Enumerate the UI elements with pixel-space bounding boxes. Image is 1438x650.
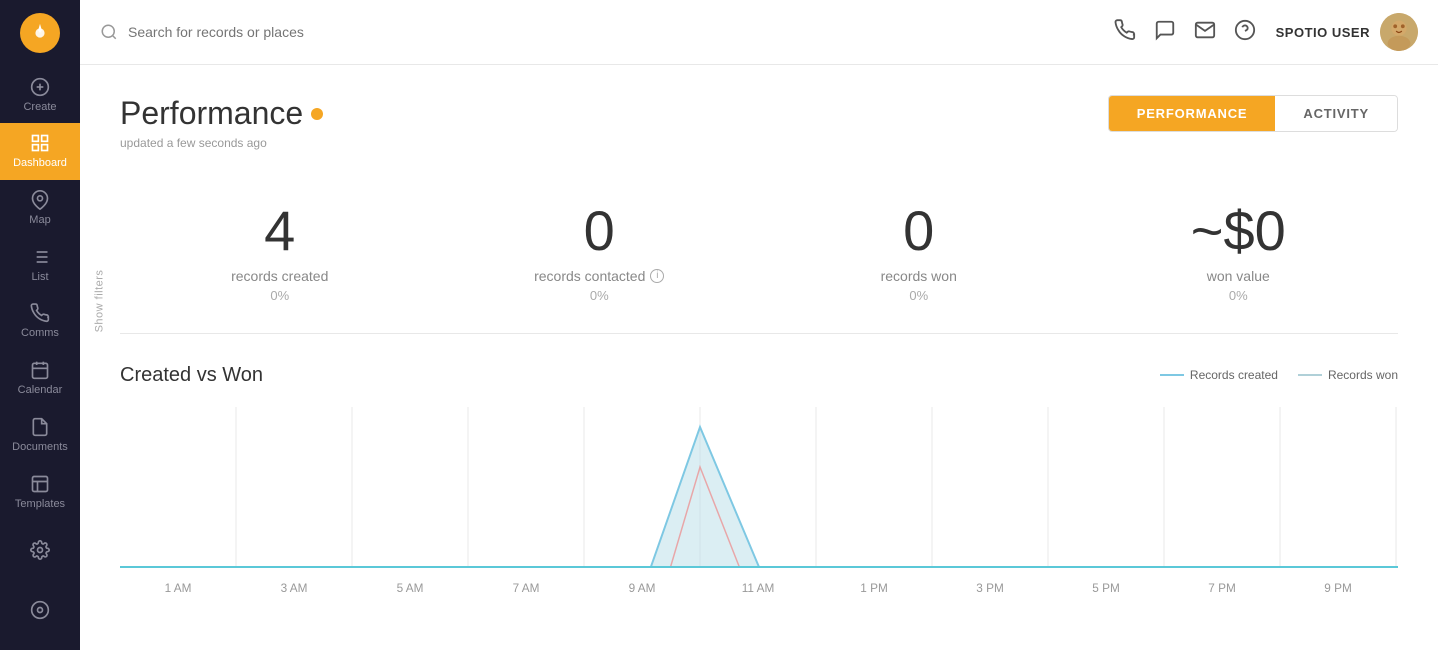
show-filters-label[interactable]: Show filters — [93, 270, 105, 333]
user-avatar[interactable] — [1380, 13, 1418, 51]
user-area: SPOTIO USER — [1276, 13, 1418, 51]
sidebar: Create Dashboard Map List Comms Calendar… — [0, 0, 80, 650]
mail-icon[interactable] — [1194, 19, 1216, 46]
sidebar-item-dashboard[interactable]: Dashboard — [0, 123, 80, 180]
sidebar-item-location[interactable] — [0, 580, 80, 640]
created-vs-won-chart: 1 AM 3 AM 5 AM 7 AM 9 AM 11 AM 1 PM 3 PM… — [120, 407, 1398, 607]
search-input[interactable] — [128, 24, 1104, 40]
stat-won-value-pct: 0% — [1079, 288, 1399, 303]
content-area: Show filters Performance updated a few s… — [80, 65, 1438, 650]
main-area: SPOTIO USER Show filters — [80, 0, 1438, 650]
stats-row: 4 records created 0% 0 records contacted… — [120, 180, 1398, 334]
legend-line-created — [1160, 374, 1184, 376]
help-icon[interactable] — [1234, 19, 1256, 46]
svg-text:5 PM: 5 PM — [1092, 581, 1119, 595]
legend-line-won — [1298, 374, 1322, 376]
updated-text: updated a few seconds ago — [120, 136, 323, 150]
topbar-icons — [1114, 19, 1256, 46]
chart-container: 1 AM 3 AM 5 AM 7 AM 9 AM 11 AM 1 PM 3 PM… — [120, 407, 1398, 607]
sidebar-item-templates[interactable]: Templates — [0, 463, 80, 520]
sidebar-logo[interactable] — [0, 0, 80, 66]
svg-text:3 AM: 3 AM — [281, 581, 308, 595]
stat-records-won: 0 records won 0% — [759, 200, 1079, 303]
svg-text:3 PM: 3 PM — [976, 581, 1003, 595]
title-dot-icon — [311, 108, 323, 120]
app-logo-icon — [20, 13, 60, 53]
phone-icon[interactable] — [1114, 19, 1136, 46]
svg-text:1 AM: 1 AM — [165, 581, 192, 595]
stat-won-value: ~$0 won value 0% — [1079, 200, 1399, 303]
sidebar-item-comms[interactable]: Comms — [0, 293, 80, 350]
stat-records-won-value: 0 — [759, 200, 1079, 262]
svg-text:1 PM: 1 PM — [860, 581, 887, 595]
stat-records-contacted-value: 0 — [440, 200, 760, 262]
stat-won-value-number: ~$0 — [1079, 200, 1399, 262]
stat-records-contacted-label: records contacted i — [440, 268, 760, 284]
stat-records-created-label: records created — [120, 268, 440, 284]
sidebar-item-map[interactable]: Map — [0, 180, 80, 237]
stat-records-created-pct: 0% — [120, 288, 440, 303]
svg-text:7 PM: 7 PM — [1208, 581, 1235, 595]
tab-group: PERFORMANCE ACTIVITY — [1108, 95, 1398, 132]
chart-header: Created vs Won Records created Records w… — [120, 364, 1398, 387]
sidebar-item-list[interactable]: List — [0, 236, 80, 293]
search-area — [100, 23, 1104, 41]
chart-section: Created vs Won Records created Records w… — [120, 364, 1398, 607]
chat-icon[interactable] — [1154, 19, 1176, 46]
page-title-area: Performance updated a few seconds ago — [120, 95, 323, 150]
chart-title: Created vs Won — [120, 364, 263, 387]
stat-records-contacted-pct: 0% — [440, 288, 760, 303]
svg-text:11 AM: 11 AM — [742, 581, 775, 595]
user-name-label: SPOTIO USER — [1276, 25, 1370, 40]
tab-performance[interactable]: PERFORMANCE — [1109, 96, 1276, 131]
sidebar-item-create[interactable]: Create — [0, 66, 80, 123]
chart-legend: Records created Records won — [1160, 368, 1398, 382]
topbar: SPOTIO USER — [80, 0, 1438, 65]
sidebar-item-documents[interactable]: Documents — [0, 407, 80, 464]
sidebar-item-settings[interactable] — [0, 520, 80, 580]
svg-text:9 PM: 9 PM — [1324, 581, 1351, 595]
sidebar-item-calendar[interactable]: Calendar — [0, 350, 80, 407]
search-icon — [100, 23, 118, 41]
legend-records-created: Records created — [1160, 368, 1278, 382]
svg-text:9 AM: 9 AM — [629, 581, 656, 595]
stat-records-created-value: 4 — [120, 200, 440, 262]
page-title: Performance — [120, 95, 323, 132]
records-contacted-info-icon[interactable]: i — [650, 269, 664, 283]
page-header: Performance updated a few seconds ago PE… — [120, 95, 1398, 150]
stat-records-created: 4 records created 0% — [120, 200, 440, 303]
stat-records-contacted: 0 records contacted i 0% — [440, 200, 760, 303]
svg-text:7 AM: 7 AM — [513, 581, 540, 595]
stat-records-won-pct: 0% — [759, 288, 1079, 303]
legend-records-won: Records won — [1298, 368, 1398, 382]
stat-won-value-label: won value — [1079, 268, 1399, 284]
tab-activity[interactable]: ACTIVITY — [1275, 96, 1397, 131]
svg-text:5 AM: 5 AM — [397, 581, 424, 595]
stat-records-won-label: records won — [759, 268, 1079, 284]
